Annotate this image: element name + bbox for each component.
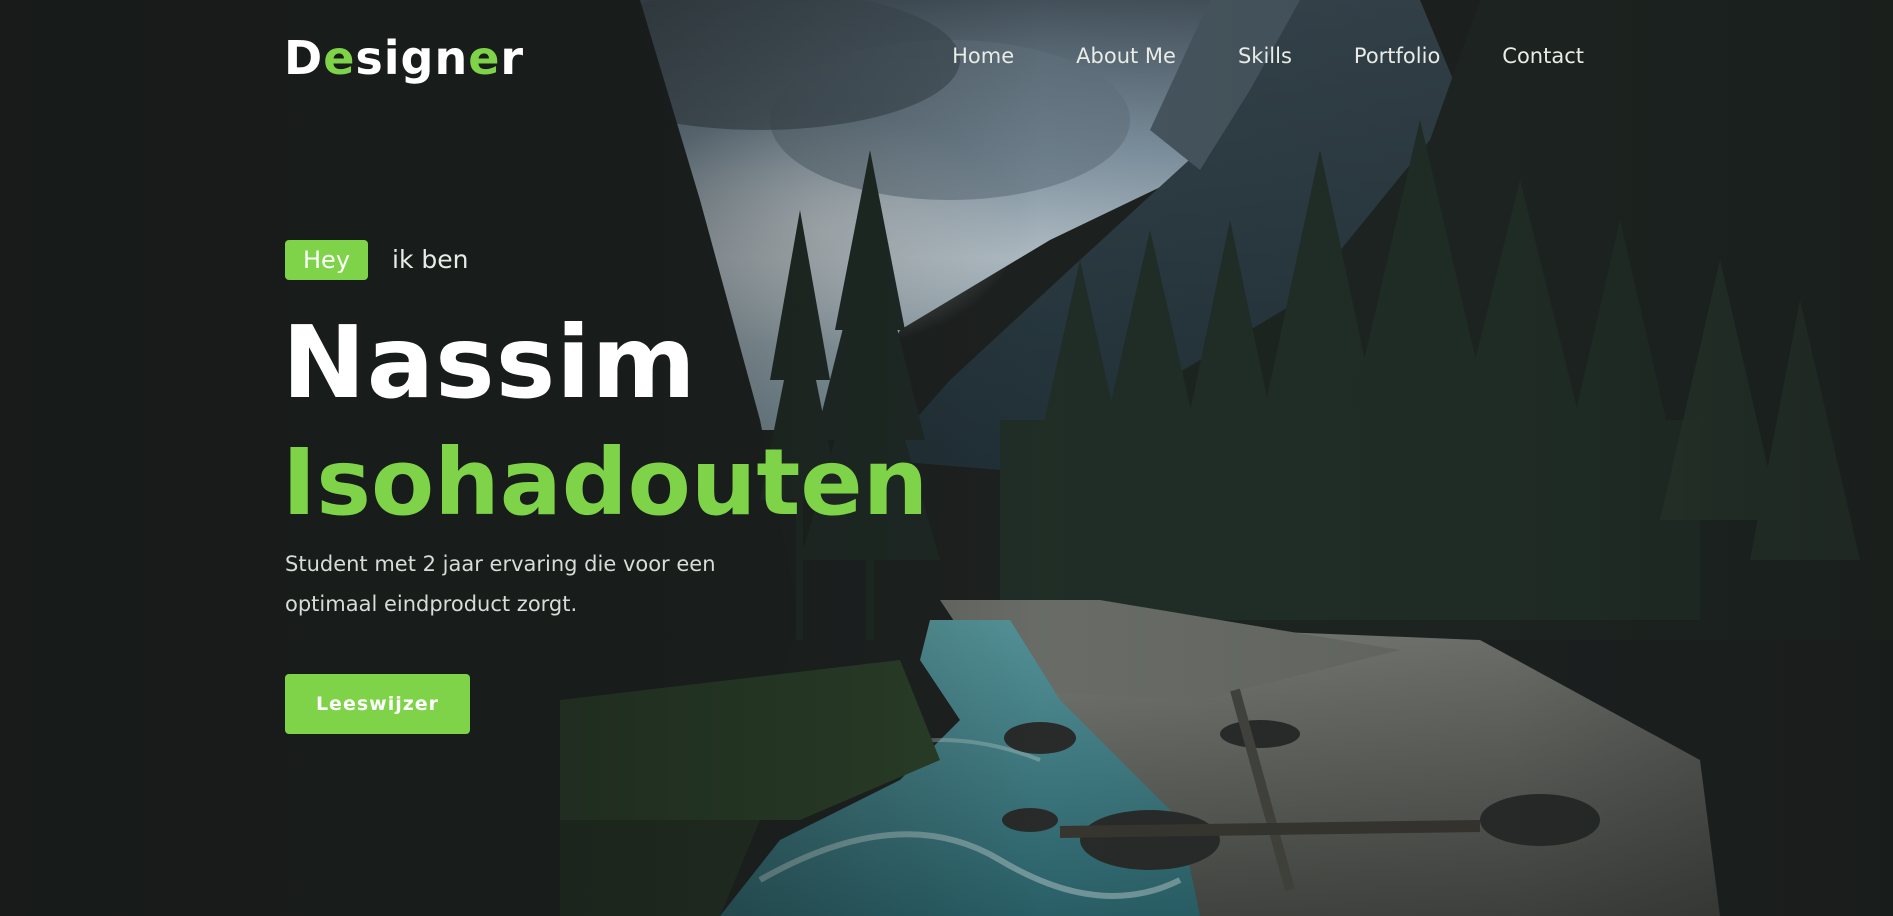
first-name-heading: Nassim — [282, 304, 697, 421]
main-navigation: Home About Me Skills Portfolio Contact — [890, 40, 1584, 72]
nav-link-portfolio[interactable]: Portfolio — [1354, 40, 1440, 72]
logo-accent-letter: e — [323, 31, 356, 85]
logo-accent-letter: e — [468, 31, 501, 85]
hero-description: Student met 2 jaar ervaring die voor een… — [285, 552, 716, 616]
greeting: Hey ik ben — [285, 240, 468, 280]
nav-link-about-me[interactable]: About Me — [1076, 40, 1176, 72]
nav-link-contact[interactable]: Contact — [1502, 40, 1584, 72]
hero-section: Designer Home About Me Skills Portfolio … — [0, 0, 1893, 916]
nav-link-skills[interactable]: Skills — [1238, 40, 1292, 72]
logo[interactable]: Designer — [284, 30, 524, 86]
logo-part: D — [284, 31, 324, 85]
hey-badge: Hey — [285, 240, 369, 280]
last-name-heading: Isohadouten — [282, 429, 929, 536]
logo-part: sign — [355, 31, 469, 85]
logo-part: r — [500, 31, 525, 85]
leeswijzer-button[interactable]: Leeswijzer — [285, 674, 470, 734]
nav-link-home[interactable]: Home — [952, 40, 1014, 72]
intro-text: ik ben — [392, 245, 469, 274]
